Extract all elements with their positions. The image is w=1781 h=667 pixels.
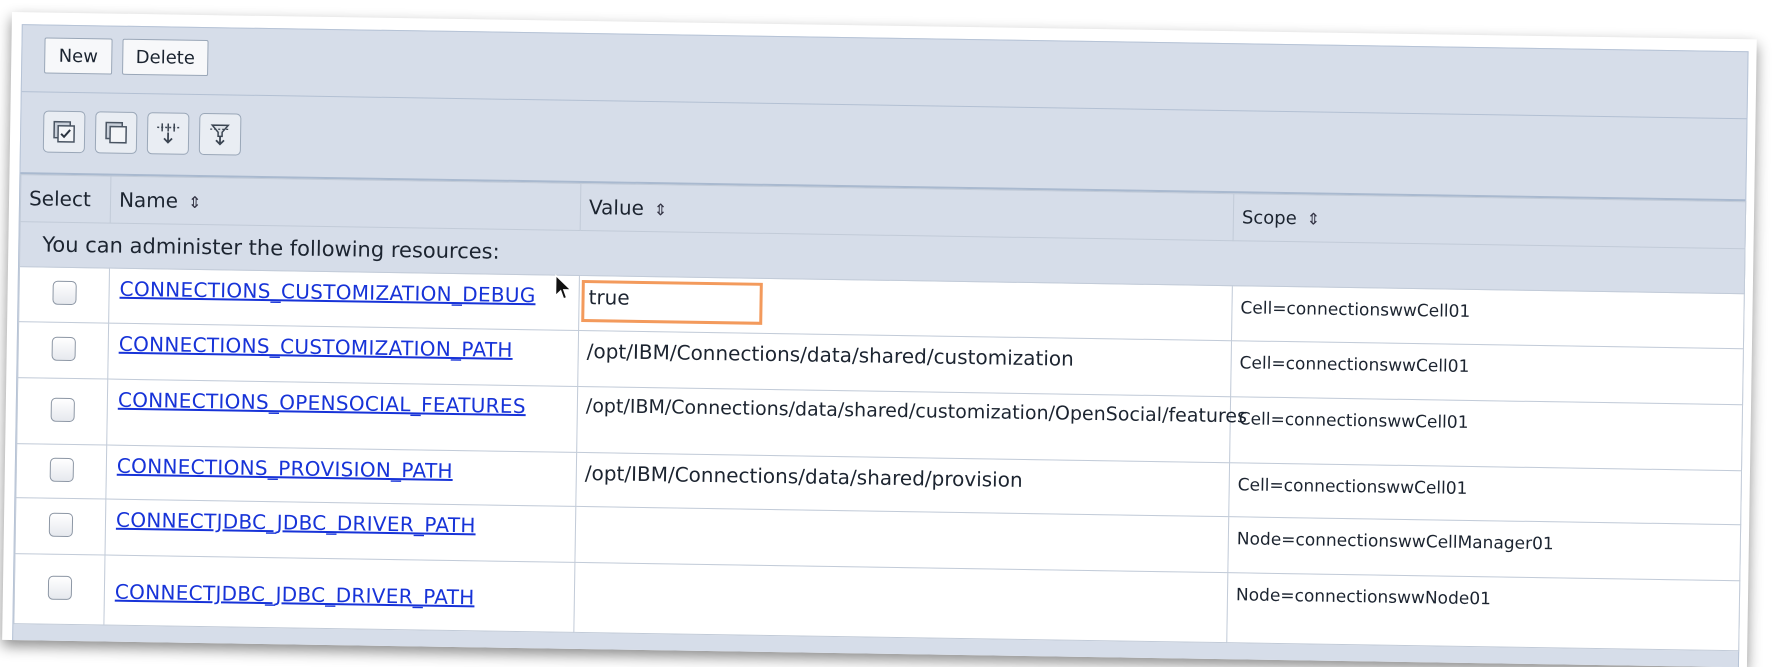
scope-cell: Cell=connectionswwCell01	[1231, 286, 1744, 349]
deselect-all-icon[interactable]	[95, 111, 138, 154]
clear-filter-icon[interactable]	[199, 113, 242, 156]
variables-table: Select Name⇕ Value⇕ Scope⇕ You can admin…	[13, 174, 1746, 651]
delete-button[interactable]: Delete	[122, 39, 209, 76]
value-cell	[574, 562, 1228, 642]
value-cell: /opt/IBM/Connections/data/shared/customi…	[578, 330, 1232, 396]
row-checkbox[interactable]	[51, 336, 75, 360]
scope-cell: Cell=connectionswwCell01	[1231, 341, 1744, 405]
variable-name-link[interactable]: CONNECTIONS_PROVISION_PATH	[117, 454, 453, 483]
sort-icon[interactable]: ⇕	[188, 193, 202, 212]
mouse-pointer-icon	[554, 274, 574, 302]
name-column-header[interactable]: Name⇕	[110, 176, 581, 230]
add-filter-icon[interactable]	[147, 112, 190, 155]
highlighted-value: true	[581, 280, 763, 325]
scope-cell: Cell=connectionswwCell01	[1229, 463, 1742, 525]
row-checkbox[interactable]	[50, 397, 74, 421]
sort-icon[interactable]: ⇕	[654, 200, 668, 219]
scope-cell: Node=connectionswwNode01	[1227, 573, 1740, 651]
sort-icon[interactable]: ⇕	[1307, 209, 1321, 228]
value-cell: /opt/IBM/Connections/data/shared/customi…	[577, 386, 1231, 462]
value-cell	[575, 506, 1229, 572]
new-button[interactable]: New	[44, 38, 113, 75]
row-checkbox[interactable]	[48, 512, 72, 536]
scope-column-header[interactable]: Scope⇕	[1233, 194, 1746, 249]
scope-cell: Node=connectionswwCellManager01	[1228, 517, 1741, 581]
variable-name-link[interactable]: CONNECTJDBC_JDBC_DRIVER_PATH	[116, 508, 476, 538]
row-checkbox[interactable]	[52, 281, 76, 305]
row-checkbox[interactable]	[49, 457, 73, 481]
scope-cell: Cell=connectionswwCell01	[1230, 397, 1743, 471]
select-all-icon[interactable]	[43, 111, 86, 154]
variable-name-link[interactable]: CONNECTJDBC_JDBC_DRIVER_PATH	[115, 580, 475, 610]
variable-name-link[interactable]: CONNECTIONS_CUSTOMIZATION_PATH	[119, 332, 513, 362]
screenshot-sheet: New Delete	[2, 12, 1757, 667]
select-column-header: Select	[20, 175, 111, 223]
variable-name-link[interactable]: CONNECTIONS_OPENSOCIAL_FEATURES	[118, 388, 526, 418]
variable-name-link[interactable]: CONNECTIONS_CUSTOMIZATION_DEBUG	[119, 277, 535, 308]
row-checkbox[interactable]	[47, 575, 71, 599]
variables-panel: New Delete	[12, 24, 1749, 667]
